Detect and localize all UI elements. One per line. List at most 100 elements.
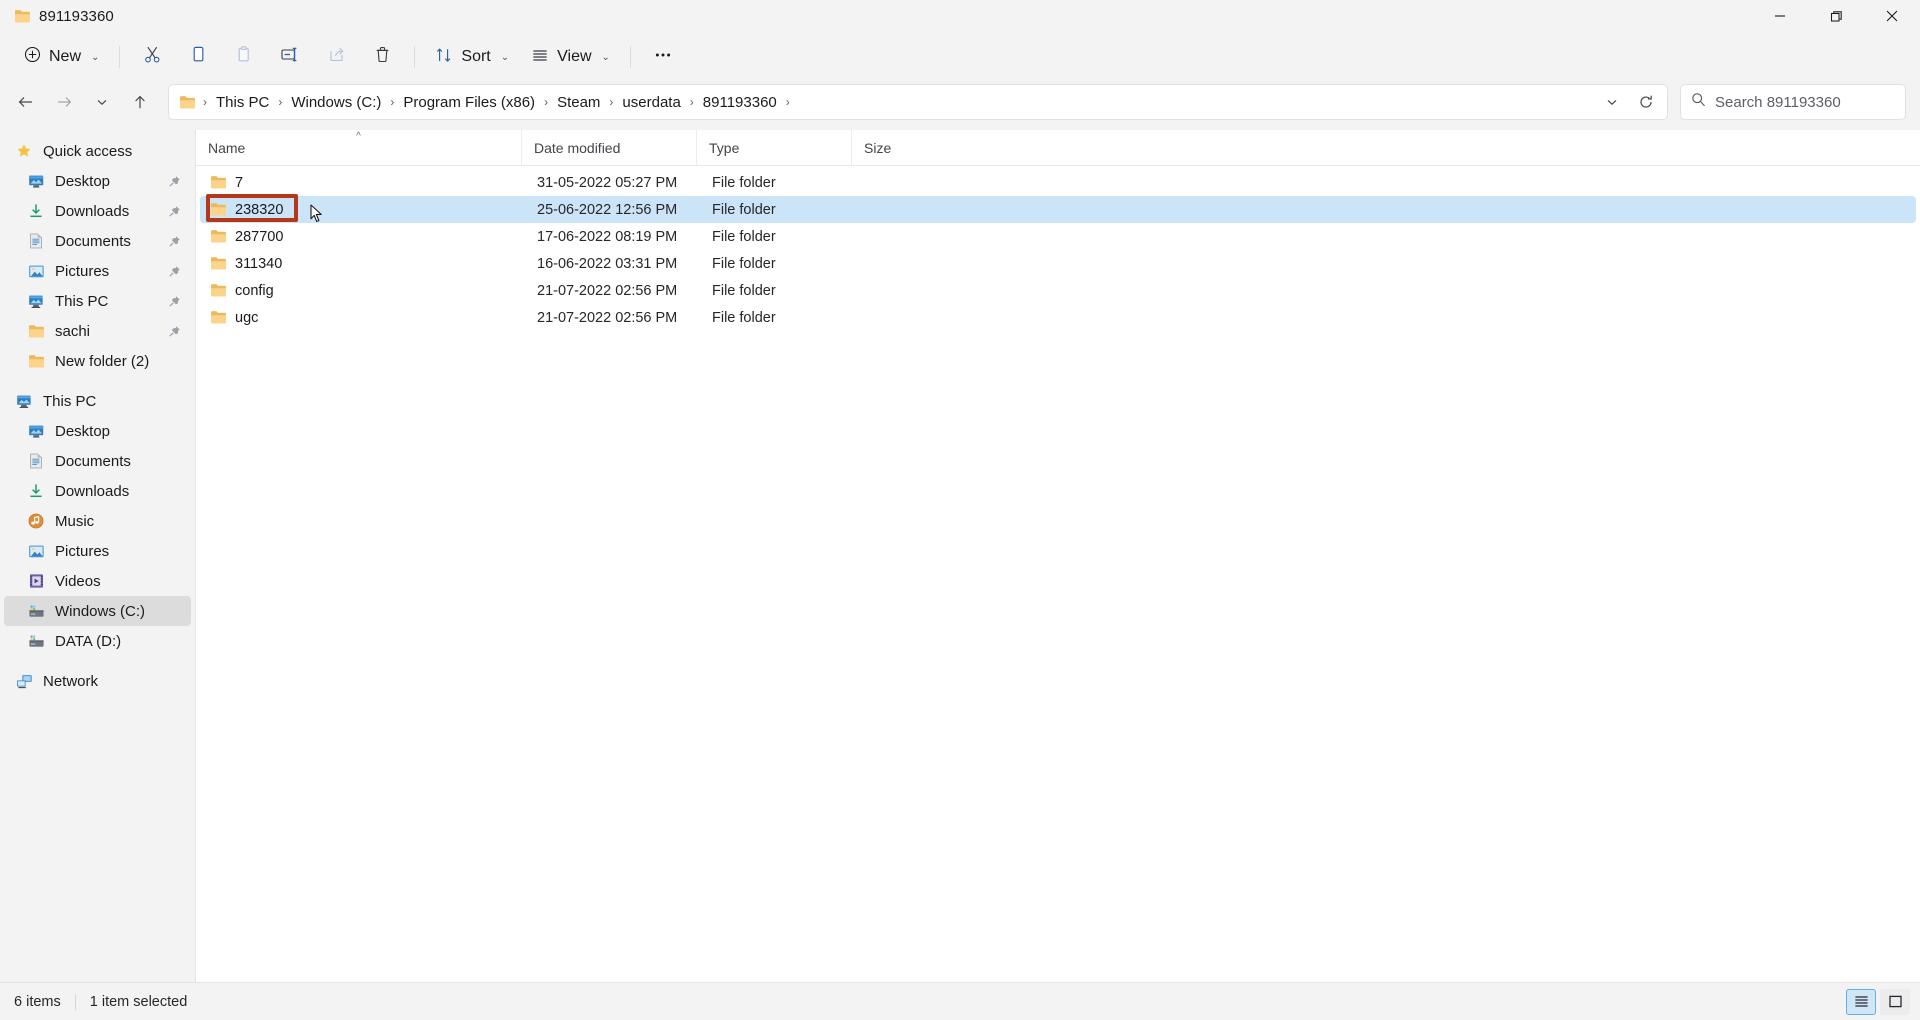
sidebar-item-sachi[interactable]: sachi (4, 316, 191, 346)
sidebar-item-desktop[interactable]: Desktop (4, 166, 191, 196)
column-header-label: Type (709, 139, 740, 156)
sidebar-item-downloads[interactable]: Downloads (4, 196, 191, 226)
sidebar-section-quick-access[interactable]: Quick access (4, 136, 191, 166)
sort-button[interactable]: Sort ⌄ (425, 39, 519, 75)
pin-icon[interactable] (168, 235, 181, 248)
paste-button[interactable] (222, 39, 266, 75)
music-icon (26, 512, 46, 530)
pin-icon[interactable] (168, 205, 181, 218)
sidebar-item-pictures[interactable]: Pictures (4, 256, 191, 286)
minimize-button[interactable] (1752, 0, 1808, 32)
chevron-down-icon: ⌄ (500, 51, 510, 63)
drive-icon (26, 602, 46, 620)
sidebar-section-label: This PC (43, 392, 97, 410)
breadcrumb-separator: › (785, 95, 790, 109)
delete-button[interactable] (360, 39, 404, 75)
view-button[interactable]: View ⌄ (521, 39, 620, 75)
sidebar-item-label: Pictures (55, 262, 110, 280)
recent-locations-button[interactable] (84, 85, 120, 119)
column-header-size[interactable]: Size (851, 129, 946, 166)
table-row[interactable]: 287700 17-06-2022 08:19 PM File folder (200, 223, 1916, 250)
share-icon (327, 45, 346, 69)
file-list[interactable]: 7 31-05-2022 05:27 PM File folder 238320… (196, 166, 1920, 982)
rename-icon (280, 45, 300, 69)
refresh-button[interactable] (1629, 87, 1663, 117)
restore-button[interactable] (1808, 0, 1864, 32)
sidebar-item-new-folder-2[interactable]: New folder (2) (4, 346, 191, 376)
table-row[interactable]: 7 31-05-2022 05:27 PM File folder (200, 169, 1916, 196)
trash-icon (373, 45, 392, 69)
pin-icon[interactable] (168, 325, 181, 338)
sidebar-item-data-d[interactable]: DATA (D:) (4, 626, 191, 656)
sidebar-section-this-pc[interactable]: This PC (4, 386, 191, 416)
breadcrumb-item-steam[interactable]: Steam (551, 91, 606, 114)
sidebar-item-desktop[interactable]: Desktop (4, 416, 191, 446)
sidebar-item-pictures[interactable]: Pictures (4, 536, 191, 566)
column-header-label: Date modified (534, 139, 621, 156)
folder-icon (26, 322, 46, 340)
sidebar-item-music[interactable]: Music (4, 506, 191, 536)
sidebar-item-this-pc[interactable]: This PC (4, 286, 191, 316)
chevron-down-icon: ⌄ (601, 51, 610, 63)
breadcrumb-separator: › (544, 95, 549, 109)
new-button[interactable]: New ⌄ (14, 39, 109, 75)
sidebar-item-downloads[interactable]: Downloads (4, 476, 191, 506)
pin-icon[interactable] (168, 175, 181, 188)
file-name-cell: 311340 (200, 256, 525, 272)
network-icon (14, 672, 34, 690)
sidebar-item-label: Documents (55, 232, 131, 250)
file-name-label: 311340 (235, 255, 283, 272)
pin-icon[interactable] (168, 295, 181, 308)
copy-button[interactable] (176, 39, 220, 75)
details-view-button[interactable] (1846, 988, 1876, 1015)
table-row[interactable]: 238320 25-06-2022 12:56 PM File folder (200, 196, 1916, 223)
search-input[interactable]: Search 891193360 (1715, 94, 1841, 111)
breadcrumb-item-891193360[interactable]: 891193360 (697, 91, 783, 114)
file-name-label: config (235, 282, 274, 299)
column-header-name[interactable]: ^ Name (196, 130, 521, 166)
folder-icon (210, 310, 227, 325)
close-button[interactable] (1864, 0, 1920, 32)
sidebar-item-documents[interactable]: Documents (4, 226, 191, 256)
address-bar[interactable]: › This PC › Windows (C:) › Program Files (x86… (168, 84, 1668, 120)
column-header-type[interactable]: Type (696, 129, 851, 166)
sidebar-item-windows-c[interactable]: Windows (C:) (4, 596, 191, 626)
pin-icon[interactable] (168, 265, 181, 278)
breadcrumb-separator: › (390, 95, 395, 109)
breadcrumb-item-windows-c[interactable]: Windows (C:) (285, 91, 387, 114)
table-row[interactable]: 311340 16-06-2022 03:31 PM File folder (200, 250, 1916, 277)
window-controls (1752, 0, 1920, 32)
more-options-button[interactable] (641, 39, 685, 75)
sidebar-item-documents[interactable]: Documents (4, 446, 191, 476)
sidebar-item-videos[interactable]: Videos (4, 566, 191, 596)
pc-icon (26, 292, 46, 310)
sidebar-section-network[interactable]: Network (4, 666, 191, 696)
forward-button[interactable] (46, 85, 82, 119)
table-row[interactable]: config 21-07-2022 02:56 PM File folder (200, 277, 1916, 304)
view-button-label: View (557, 48, 592, 65)
address-dropdown-button[interactable] (1595, 87, 1629, 117)
table-row[interactable]: ugc 21-07-2022 02:56 PM File folder (200, 304, 1916, 331)
search-box[interactable]: Search 891193360 (1680, 84, 1906, 120)
back-button[interactable] (8, 85, 44, 119)
rename-button[interactable] (268, 39, 312, 75)
sidebar-item-label: Videos (55, 572, 101, 590)
sidebar-item-label: sachi (55, 322, 91, 340)
navigation-pane[interactable]: Quick access Desktop Downloads Documents… (0, 130, 196, 982)
share-button[interactable] (314, 39, 358, 75)
cut-button[interactable] (130, 39, 174, 75)
folder-icon (179, 95, 196, 110)
sort-arrows-icon (435, 46, 453, 69)
title-bar: 891193360 (0, 0, 1920, 32)
breadcrumb-item-userdata[interactable]: userdata (616, 91, 686, 114)
folder-icon (26, 352, 46, 370)
column-header-date[interactable]: Date modified (521, 129, 696, 166)
breadcrumb-item-program-files-x86[interactable]: Program Files (x86) (397, 91, 541, 114)
large-icons-view-button[interactable] (1880, 988, 1910, 1015)
up-button[interactable] (122, 85, 158, 119)
type-cell: File folder (712, 228, 776, 245)
new-button-label: New (49, 48, 82, 65)
file-name-cell: 7 (200, 175, 525, 191)
desktop-icon (26, 422, 46, 440)
breadcrumb-item-this-pc[interactable]: This PC (210, 91, 275, 114)
